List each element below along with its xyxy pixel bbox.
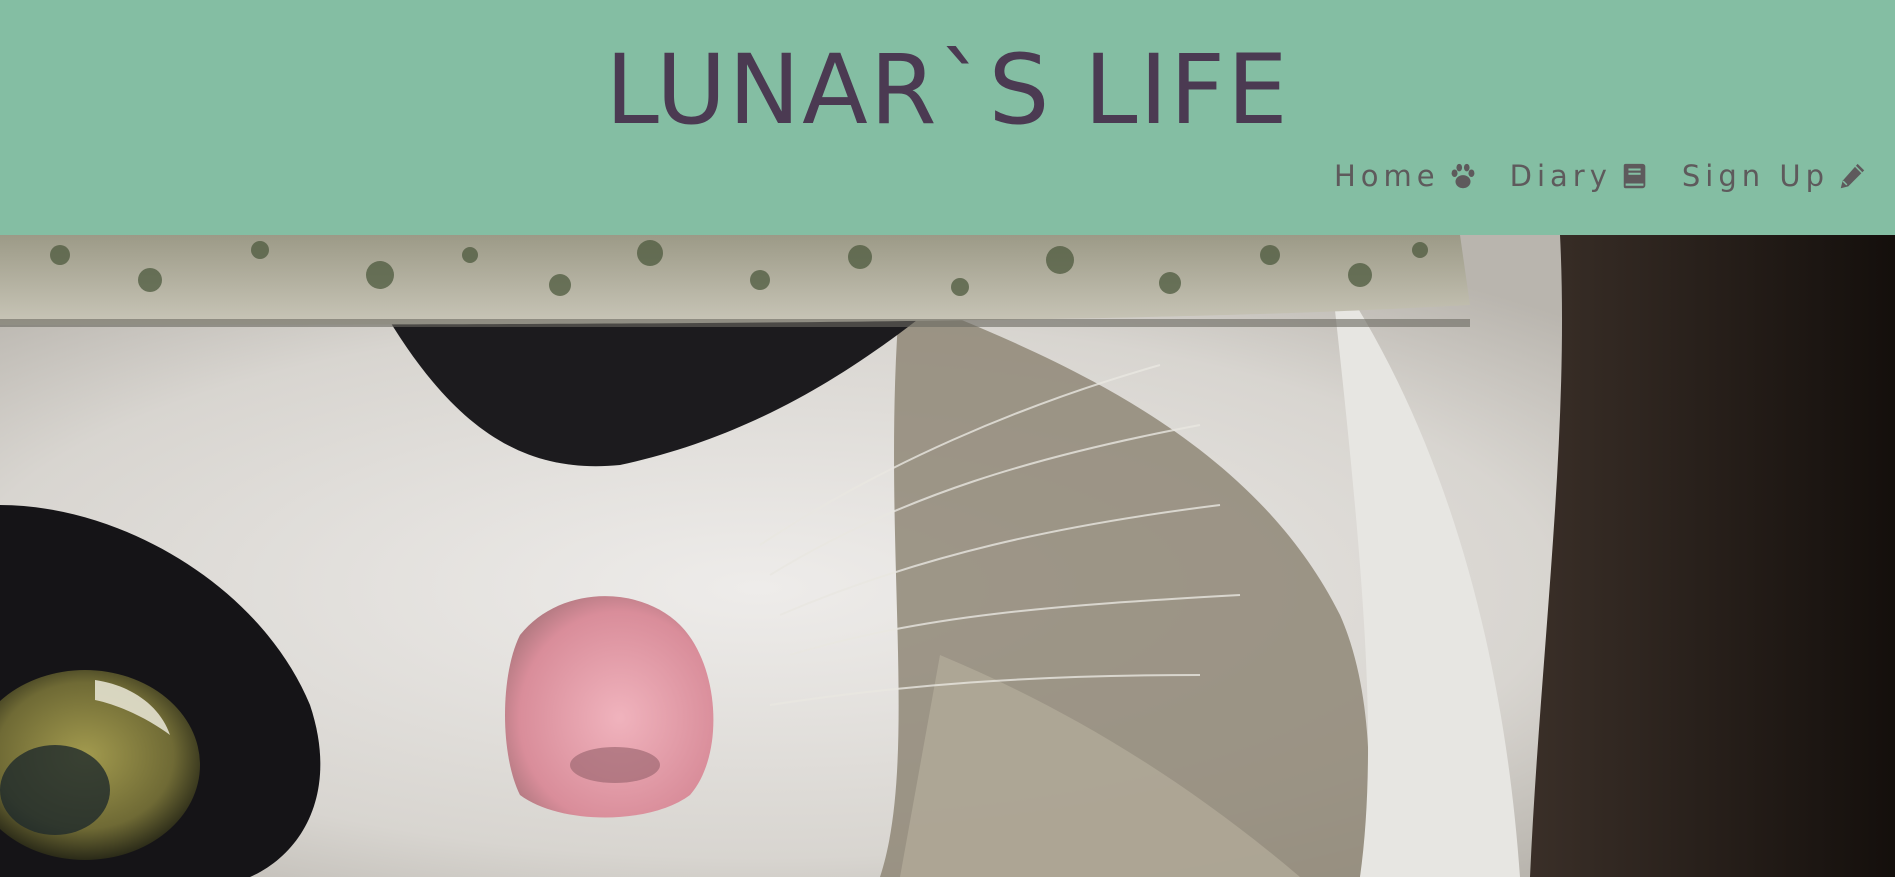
site-header: LUNAR`S LIFE Home Diary Sign Up <box>0 0 1895 235</box>
book-icon <box>1620 161 1650 191</box>
hero-image <box>0 235 1895 877</box>
nav-item-sign-up[interactable]: Sign Up <box>1682 159 1867 193</box>
paw-icon <box>1448 161 1478 191</box>
nav-item-label: Home <box>1334 159 1440 193</box>
nav-item-diary[interactable]: Diary <box>1510 159 1650 193</box>
main-nav: Home Diary Sign Up <box>1302 158 1867 194</box>
nav-item-label: Sign Up <box>1681 159 1829 193</box>
nav-item-label: Diary <box>1509 159 1612 193</box>
nav-item-home[interactable]: Home <box>1334 159 1478 193</box>
pencil-icon <box>1837 161 1867 191</box>
site-title: LUNAR`S LIFE <box>605 34 1290 146</box>
cat-closeup-photo <box>0 235 1895 877</box>
